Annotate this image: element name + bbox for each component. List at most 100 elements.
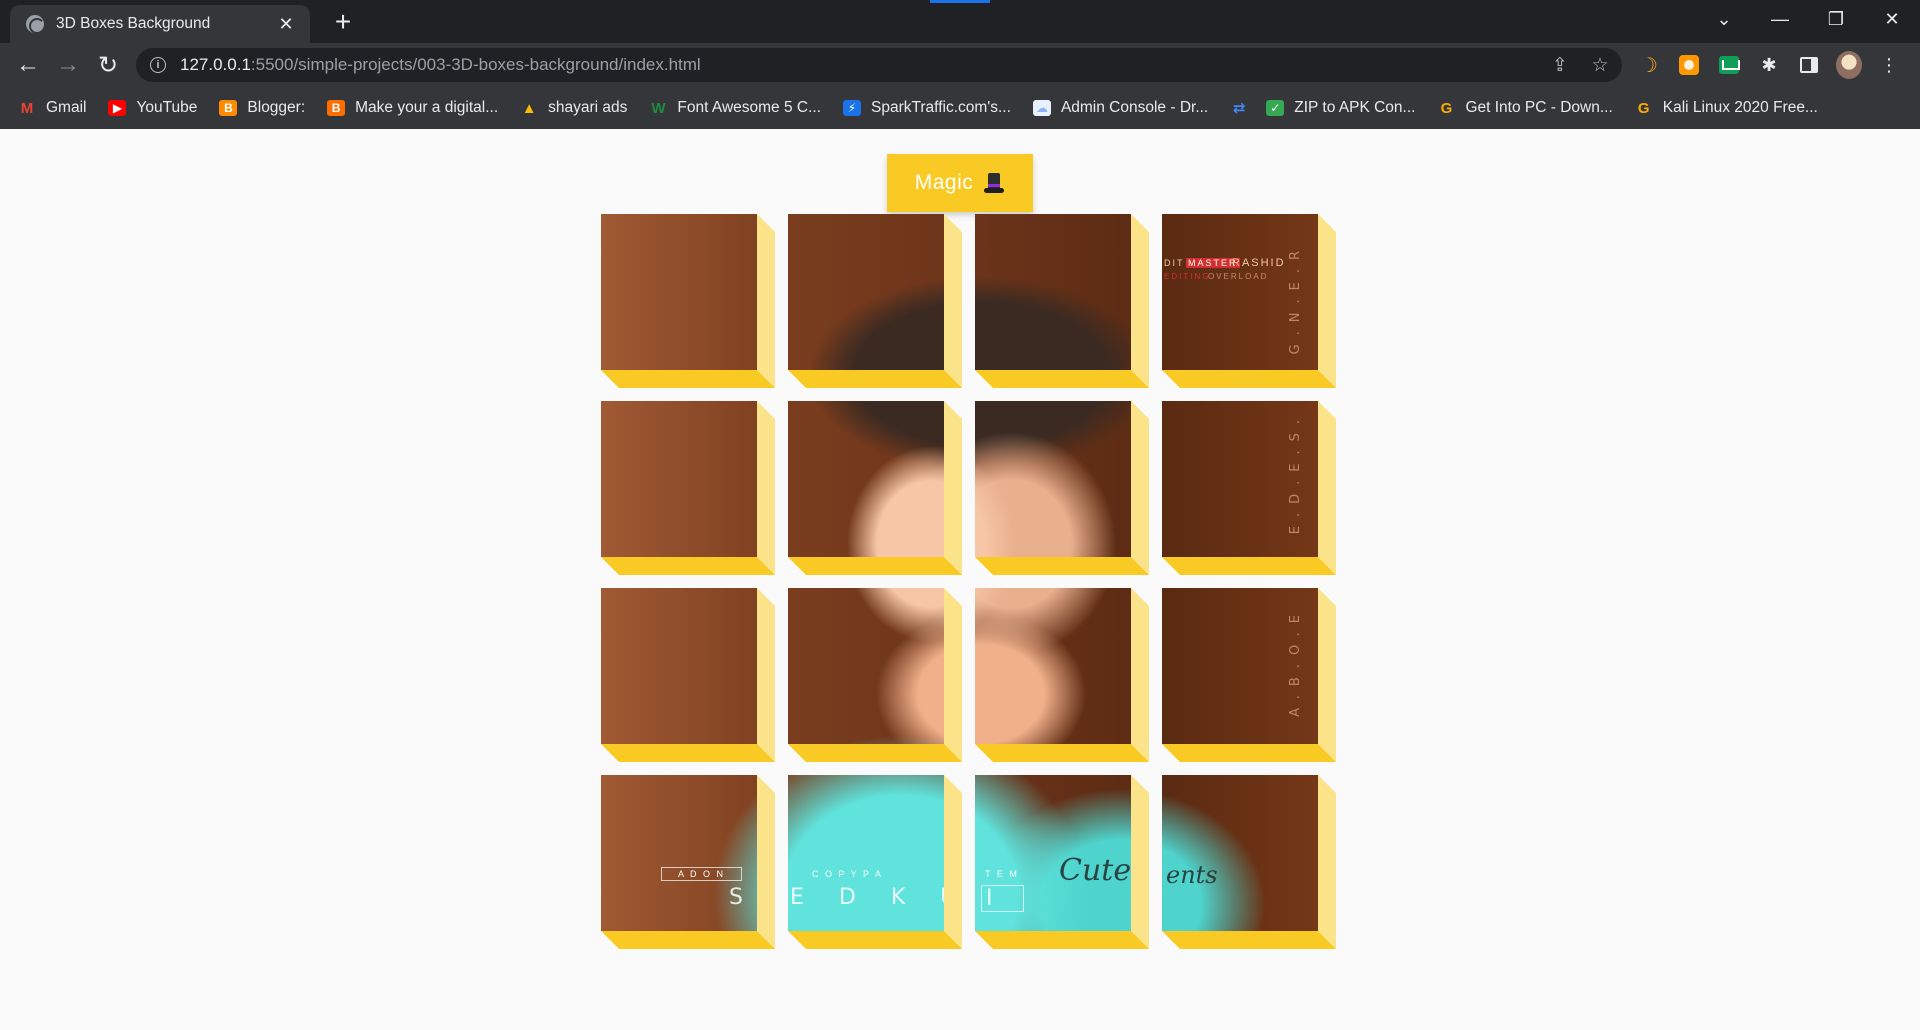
gmail-icon: M [20,99,34,117]
image-box: ents [1162,775,1336,949]
box-side [1131,214,1149,388]
box-bottom [788,931,962,949]
box-side [1318,588,1336,762]
puzzle-icon[interactable]: ✱ [1756,52,1782,78]
bookmark-label: ZIP to APK Con... [1294,99,1416,116]
box-face: T E M I Cute [975,775,1131,931]
box-side [1318,401,1336,575]
google-ads-icon: ▲ [521,99,537,117]
script-text: ents [1166,861,1218,889]
box-face [601,401,757,557]
box-side [757,775,775,949]
box-face: A D O N S [601,775,757,931]
tab-title: 3D Boxes Background [56,15,211,32]
image-box: E.D.E.S. [1162,401,1336,575]
bookmark-item[interactable]: W Font Awesome 5 C... [649,99,821,117]
moon-extension-icon[interactable]: ☽ [1636,52,1662,78]
boxes-grid: DIT MASTER RASHID EDITING OVERLOAD G.N.E.R E.D… [601,214,1351,964]
back-icon[interactable]: ← [10,47,46,83]
bookmark-item[interactable]: B Blogger: [219,99,305,117]
address-bar[interactable]: i 127.0.0.1:5500/simple-projects/003-3D-… [136,48,1622,82]
tab-search-icon[interactable]: ⌄ [1696,0,1752,38]
name-text: E D K U R [790,885,944,910]
box-side [944,588,962,762]
bookmark-item[interactable]: G Kali Linux 2020 Free... [1635,99,1818,117]
globe-icon [26,15,45,34]
bookmark-label: Gmail [46,99,87,116]
box-side [944,401,962,575]
image-box: C O P Y P A E D K U R [788,775,962,949]
bookmark-item[interactable]: ☁ Admin Console - Dr... [1032,99,1208,117]
credit-text: DIT [1164,258,1185,268]
reload-icon[interactable]: ↻ [90,47,126,83]
tab-active[interactable]: 3D Boxes Background ✕ [10,5,310,43]
browser-chrome: 3D Boxes Background ✕ + ⌄ — ❐ ✕ ← → ↻ i … [0,0,1920,129]
box-bottom [601,370,775,388]
box-bottom [975,370,1149,388]
box-bottom [975,931,1149,949]
box-face: A.B.O.E [1162,588,1318,744]
avatar[interactable] [1836,51,1862,79]
bookmark-label: shayari ads [548,99,628,116]
image-box [975,401,1149,575]
image-box [601,588,775,762]
box-side [757,401,775,575]
cloud-icon: ☁ [1032,100,1051,116]
image-box [601,401,775,575]
bookmark-item[interactable]: M Gmail [18,99,87,117]
box-bottom [1162,931,1336,949]
box-side [1131,588,1149,762]
image-box [788,588,962,762]
box-bottom [601,557,775,575]
bookmark-item[interactable]: B Make your a digital... [327,99,498,117]
image-box: DIT MASTER RASHID EDITING OVERLOAD G.N.E.R [1162,214,1336,388]
name-text: S [729,885,757,910]
toolbar: ← → ↻ i 127.0.0.1:5500/simple-projects/0… [0,43,1920,87]
sidebar-icon[interactable] [1796,52,1822,78]
bookmark-item[interactable]: ⚡ SparkTraffic.com's... [843,99,1011,117]
box-side [1131,401,1149,575]
box-face [601,214,757,370]
close-icon[interactable]: ✕ [274,14,298,35]
bookmark-item[interactable]: ✓ ZIP to APK Con... [1266,99,1415,117]
bookmark-item[interactable]: ▲ shayari ads [520,99,628,117]
credit-text: OVERLOAD [1208,272,1269,281]
minimize-icon[interactable]: — [1752,0,1808,38]
bookmark-item[interactable]: ⇄ [1230,100,1258,117]
box-face [975,401,1131,557]
share-icon[interactable]: ⇪ [1548,54,1572,77]
window-close-icon[interactable]: ✕ [1864,0,1920,38]
image-box [975,588,1149,762]
box-side [757,214,775,388]
more-menu-icon[interactable]: ⋮ [1876,52,1902,78]
box-face [788,588,944,744]
bookmark-label: Kali Linux 2020 Free... [1662,99,1818,116]
window-controls: ⌄ — ❐ ✕ [1696,0,1920,38]
box-face: DIT MASTER RASHID EDITING OVERLOAD G.N.E.R [1162,214,1318,370]
magic-label: Magic [914,171,974,194]
vertical-text: G.N.E.R [1288,242,1303,355]
new-tab-button[interactable]: + [326,6,360,40]
magic-button[interactable]: Magic [887,154,1033,212]
site-info-icon[interactable]: i [150,57,166,73]
box-side [1131,775,1149,949]
box-side [944,214,962,388]
tab-strip: 3D Boxes Background ✕ + ⌄ — ❐ ✕ [0,0,1920,43]
orange-extension-icon[interactable] [1676,52,1702,78]
star-icon[interactable]: ☆ [1588,54,1612,77]
w-icon: W [651,99,666,117]
forward-icon[interactable]: → [50,47,86,83]
box-bottom [975,744,1149,762]
box-bottom [601,744,775,762]
box-face: ents [1162,775,1318,931]
image-box [601,214,775,388]
bookmark-item[interactable]: ▶ YouTube [108,99,197,117]
url-text[interactable]: 127.0.0.1:5500/simple-projects/003-3D-bo… [180,55,701,75]
box-bottom [788,557,962,575]
bookmark-item[interactable]: G Get Into PC - Down... [1437,99,1613,117]
restore-icon[interactable]: ❐ [1808,0,1864,38]
transfer-icon: ⇄ [1232,100,1246,117]
url-path: :5500/simple-projects/003-3D-boxes-backg… [250,55,701,74]
g-icon: G [1637,99,1650,117]
mail-extension-icon[interactable] [1716,52,1742,78]
